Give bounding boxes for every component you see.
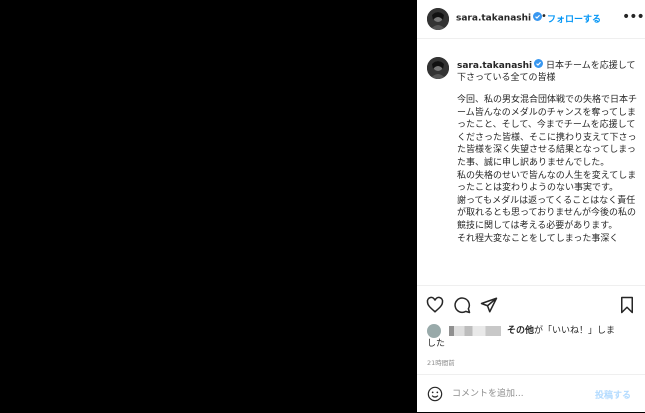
liker-name-blurred xyxy=(449,326,501,336)
follow-button[interactable]: フォローする xyxy=(547,12,601,25)
timestamp[interactable]: 21時間前 xyxy=(427,357,455,367)
header-username[interactable]: sara.takanashi xyxy=(456,12,543,24)
comment-bar: 投稿する xyxy=(417,374,645,413)
post-header: sara.takanashi • フォローする ••• xyxy=(417,0,645,39)
caption-headline: sara.takanashi 日本チームを応援して下さっている全ての皆様 xyxy=(457,59,637,84)
comment-input[interactable] xyxy=(452,386,592,402)
caption-area[interactable]: sara.takanashi 日本チームを応援して下さっている全ての皆様 今回、… xyxy=(417,39,645,284)
emoji-icon[interactable] xyxy=(427,386,443,402)
caption-body: 今回、私の男女混合団体戦での失格で日本チーム皆んなのメダルのチャンスを奪ってしま… xyxy=(457,95,638,244)
instagram-post-view: sara.takanashi • フォローする ••• sara.takanas… xyxy=(0,0,645,412)
post-media[interactable] xyxy=(0,0,417,412)
verified-icon xyxy=(534,59,544,72)
post-side-panel: sara.takanashi • フォローする ••• sara.takanas… xyxy=(417,0,645,412)
heart-icon[interactable] xyxy=(426,296,444,314)
avatar[interactable] xyxy=(427,8,449,30)
likes-others-link[interactable]: その他 xyxy=(507,326,534,336)
liker-avatar[interactable] xyxy=(427,324,441,338)
more-options-icon[interactable]: ••• xyxy=(622,9,645,25)
likes-text-b: した xyxy=(427,339,446,349)
comment-icon[interactable] xyxy=(453,296,471,314)
actions-divider xyxy=(417,285,645,287)
bookmark-icon[interactable] xyxy=(618,296,636,314)
likes-text: その他が「いいね！」しま xyxy=(507,325,642,338)
avatar[interactable] xyxy=(427,57,449,79)
share-icon[interactable] xyxy=(480,296,498,314)
post-comment-button[interactable]: 投稿する xyxy=(595,388,631,401)
likes-text-a: が「いいね！」しま xyxy=(534,326,616,336)
caption-username[interactable]: sara.takanashi xyxy=(457,61,532,71)
